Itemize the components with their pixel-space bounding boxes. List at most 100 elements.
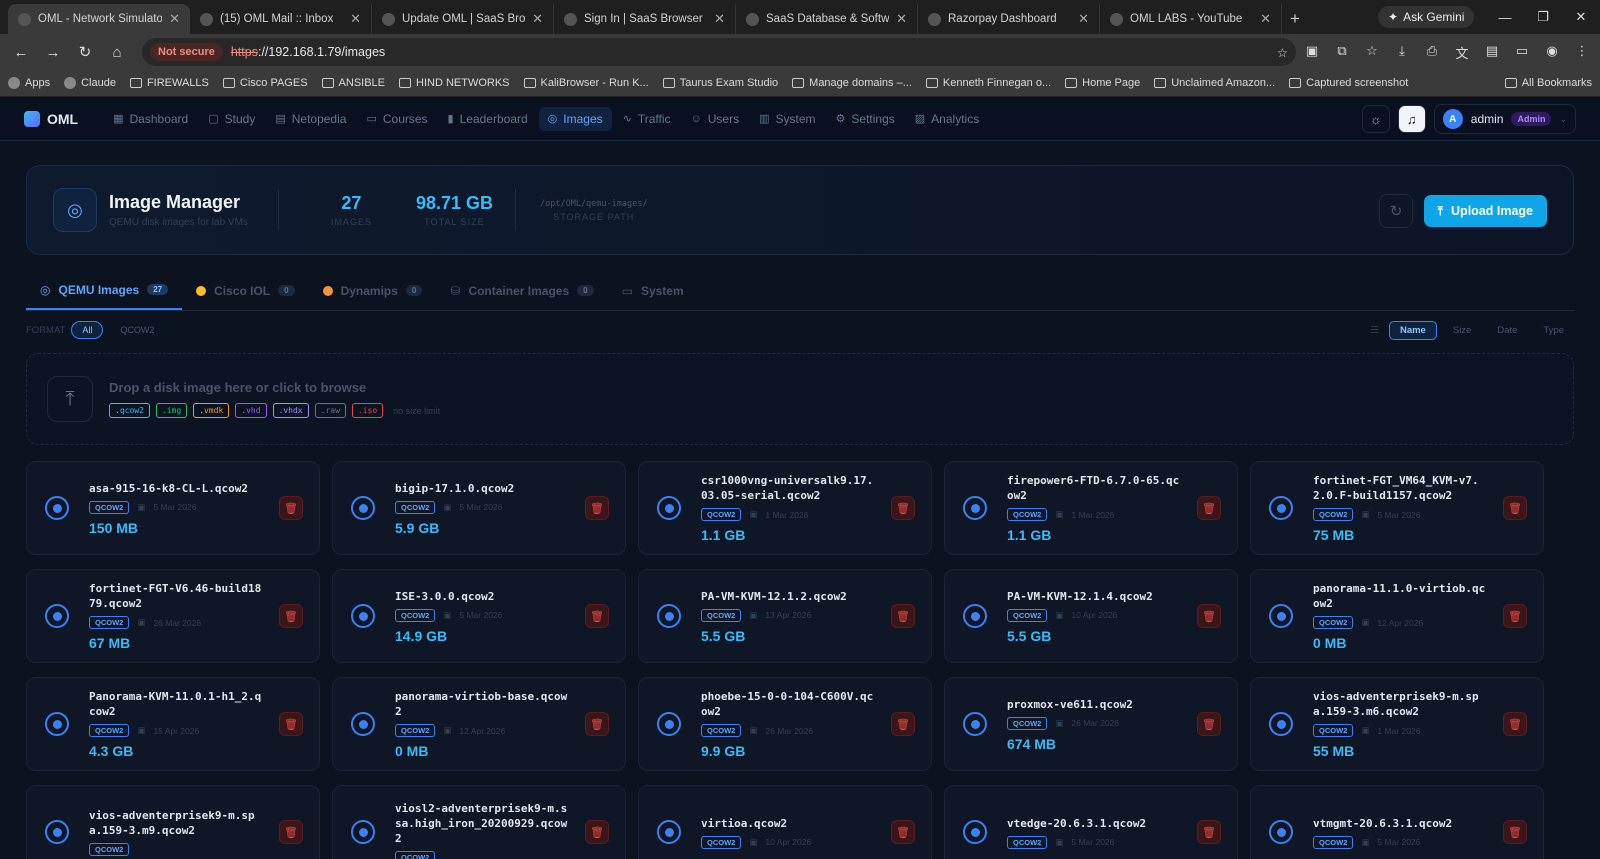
nav-users[interactable]: ☺ Users (682, 107, 749, 131)
browser-tab[interactable]: Update OML | SaaS Browser ✕ (372, 4, 554, 34)
trash-icon[interactable]: 🗑 (1197, 496, 1221, 520)
bookmark-item[interactable]: Apps (8, 77, 50, 89)
bookmark-item[interactable]: ANSIBLE (321, 77, 385, 89)
image-card[interactable]: vios-adventerprisek9-m.spa.159-3.m9.qcow… (26, 785, 320, 859)
trash-icon[interactable]: 🗑 (585, 820, 609, 844)
nav-traffic[interactable]: ∿ Traffic (614, 107, 680, 131)
sort-name[interactable]: Name (1388, 320, 1437, 340)
trash-icon[interactable]: 🗑 (585, 496, 609, 520)
not-secure-badge[interactable]: Not secure (150, 43, 223, 61)
trash-icon[interactable]: 🗑 (279, 820, 303, 844)
puzzle-icon[interactable]: ⧉ (1332, 43, 1352, 62)
trash-icon[interactable]: 🗑 (1197, 712, 1221, 736)
trash-icon[interactable]: 🗑 (1197, 820, 1221, 844)
upload-dropzone[interactable]: ⤒ Drop a disk image here or click to bro… (26, 353, 1574, 445)
browser-tab[interactable]: OML - Network Simulator ✕ (8, 4, 190, 34)
bookmark-item[interactable]: FIREWALLS (129, 77, 209, 89)
bookmark-item[interactable]: Manage domains –... (792, 77, 912, 89)
bookmark-item[interactable]: Unclaimed Amazon... (1154, 77, 1275, 89)
user-menu[interactable]: A admin Admin ⌄ (1433, 104, 1576, 134)
translate-icon[interactable]: 文 (1452, 43, 1472, 62)
upload-image-button[interactable]: ⤒ Upload Image (1423, 195, 1547, 227)
close-tab-icon[interactable]: ✕ (169, 11, 180, 27)
minimize-icon[interactable]: — (1486, 0, 1524, 34)
trash-icon[interactable]: 🗑 (1503, 496, 1527, 520)
image-card[interactable]: fortinet-FGT-V6.46-build1879.qcow2 QCOW2 ▣… (26, 569, 320, 663)
extension-icon[interactable]: ▣ (1302, 43, 1322, 62)
trash-icon[interactable]: 🗑 (891, 712, 915, 736)
image-card[interactable]: virtioa.qcow2 QCOW2 ▣ 10 Apr 2026 🗑 (638, 785, 932, 859)
tab-system[interactable]: ▭ System (608, 271, 698, 310)
trash-icon[interactable]: 🗑 (585, 712, 609, 736)
print-icon[interactable]: ⎙ (1422, 43, 1442, 62)
image-card[interactable]: vtedge-20.6.3.1.qcow2 QCOW2 ▣ 5 Mar 2026 🗑 (944, 785, 1238, 859)
reload-icon[interactable]: ↻ (72, 39, 98, 65)
trash-icon[interactable]: 🗑 (891, 820, 915, 844)
url-omnibox[interactable]: Not secure https://192.168.1.79/images ☆ (142, 38, 1296, 66)
list-view-icon[interactable]: ☰ (1370, 325, 1379, 336)
star-icon[interactable]: ☆ (1362, 43, 1382, 62)
bookmark-item[interactable]: Home Page (1065, 77, 1140, 89)
image-card[interactable]: firepower6-FTD-6.7.0-65.qcow2 QCOW2 ▣ 1 Mar… (944, 461, 1238, 555)
download-icon[interactable]: ⤓ (1392, 43, 1412, 62)
trash-icon[interactable]: 🗑 (1503, 712, 1527, 736)
trash-icon[interactable]: 🗑 (1503, 604, 1527, 628)
restore-icon[interactable]: ❐ (1524, 0, 1562, 34)
close-tab-icon[interactable]: ✕ (532, 11, 543, 27)
image-card[interactable]: fortinet-FGT_VM64_KVM-v7.2.0.F-build1157… (1250, 461, 1544, 555)
nav-analytics[interactable]: ▨ Analytics (906, 107, 988, 131)
bell-icon[interactable]: ♫ (1397, 105, 1426, 133)
close-tab-icon[interactable]: ✕ (714, 11, 725, 27)
image-card[interactable]: PA-VM-KVM-12.1.2.qcow2 QCOW2 ▣ 13 Apr 2026 5… (638, 569, 932, 663)
image-card[interactable]: viosl2-adventerprisek9-m.ssa.high_iron_2… (332, 785, 626, 859)
bookmark-item[interactable]: Captured screenshot (1289, 77, 1408, 89)
home-icon[interactable]: ⌂ (104, 39, 130, 65)
image-card[interactable]: PA-VM-KVM-12.1.4.qcow2 QCOW2 ▣ 10 Apr 2026 5… (944, 569, 1238, 663)
trash-icon[interactable]: 🗑 (891, 604, 915, 628)
sort-type[interactable]: Type (1533, 322, 1574, 339)
trash-icon[interactable]: 🗑 (279, 712, 303, 736)
forward-icon[interactable]: → (40, 39, 66, 65)
menu-icon[interactable]: ⋮ (1572, 43, 1592, 62)
nav-leaderboard[interactable]: ▮ Leaderboard (439, 107, 537, 131)
image-card[interactable]: csr1000vng-universalk9.17.03.05-serial.q… (638, 461, 932, 555)
nav-courses[interactable]: ▭ Courses (357, 107, 436, 131)
sort-size[interactable]: Size (1443, 322, 1481, 339)
refresh-icon[interactable]: ↻ (1379, 194, 1413, 228)
cast-icon[interactable]: ▭ (1512, 43, 1532, 62)
trash-icon[interactable]: 🗑 (279, 604, 303, 628)
trash-icon[interactable]: 🗑 (585, 604, 609, 628)
new-tab-icon[interactable]: + (1282, 4, 1308, 34)
browser-tab[interactable]: Razorpay Dashboard ✕ (918, 4, 1100, 34)
tab-container-images[interactable]: ⛁ Container Images 0 (436, 271, 607, 310)
bookmark-item[interactable]: KaliBrowser - Run K... (523, 77, 649, 89)
tab-cisco-iol[interactable]: Cisco IOL 0 (182, 271, 308, 310)
theme-toggle-icon[interactable]: ☼ (1361, 105, 1390, 133)
back-icon[interactable]: ← (8, 39, 34, 65)
nav-netopedia[interactable]: ▤ Netopedia (266, 107, 355, 131)
close-tab-icon[interactable]: ✕ (350, 11, 361, 27)
tab-dynamips[interactable]: Dynamips 0 (309, 271, 437, 310)
trash-icon[interactable]: 🗑 (279, 496, 303, 520)
sort-date[interactable]: Date (1487, 322, 1527, 339)
bookmark-item[interactable]: Taurus Exam Studio (662, 77, 778, 89)
close-tab-icon[interactable]: ✕ (896, 11, 907, 27)
format-filter-qcow2[interactable]: QCOW2 (109, 321, 165, 339)
image-card[interactable]: vtmgmt-20.6.3.1.qcow2 QCOW2 ▣ 5 Mar 2026 🗑 (1250, 785, 1544, 859)
reader-icon[interactable]: ▤ (1482, 43, 1502, 62)
image-card[interactable]: panorama-virtiob-base.qcow2 QCOW2 ▣ 12 Apr … (332, 677, 626, 771)
format-filter-all[interactable]: All (71, 321, 104, 339)
image-card[interactable]: ISE-3.0.0.qcow2 QCOW2 ▣ 5 Mar 2026 14.9 GB 🗑 (332, 569, 626, 663)
browser-tab[interactable]: (15) OML Mail :: Inbox ✕ (190, 4, 372, 34)
tab-qemu-images[interactable]: ◎ QEMU Images 27 (26, 271, 183, 310)
image-card[interactable]: panorama-11.1.0-virtiob.qcow2 QCOW2 ▣ 12 Ap… (1250, 569, 1544, 663)
close-tab-icon[interactable]: ✕ (1078, 11, 1089, 27)
nav-settings[interactable]: ⚙ Settings (827, 107, 904, 131)
trash-icon[interactable]: 🗑 (1503, 820, 1527, 844)
image-card[interactable]: asa-915-16-k8-CL-L.qcow2 QCOW2 ▣ 5 Mar 2026… (26, 461, 320, 555)
nav-images[interactable]: ◎ Images (538, 106, 612, 131)
image-card[interactable]: Panorama-KVM-11.0.1-h1_2.qcow2 QCOW2 ▣ 15 A… (26, 677, 320, 771)
all-bookmarks[interactable]: All Bookmarks (1504, 77, 1592, 89)
ask-gemini-button[interactable]: ✦ Ask Gemini (1378, 6, 1475, 28)
browser-tab[interactable]: Sign In | SaaS Browser ✕ (554, 4, 736, 34)
